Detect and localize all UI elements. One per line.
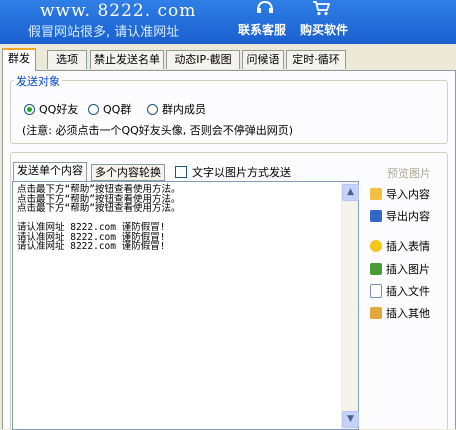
side-label: 插入其他	[386, 307, 430, 320]
cart-icon[interactable]	[312, 0, 330, 16]
tagline: 假冒网站很多, 请认准网址	[28, 25, 180, 40]
file-icon	[370, 284, 382, 298]
preview-image-button[interactable]: 预览图片	[387, 165, 431, 181]
contact-service-link[interactable]: 联系客服	[238, 21, 286, 38]
export-content-button[interactable]: 导出内容	[370, 208, 430, 224]
tab-greeting[interactable]: 问候语	[242, 50, 284, 69]
scroll-up-button[interactable]: ▲	[342, 184, 359, 201]
image-mode-checkbox[interactable]: 文字以图片方式发送	[175, 164, 291, 180]
side-label: 导出内容	[386, 210, 430, 223]
site-url[interactable]: www. 8222. com	[40, 1, 196, 21]
text-line: 请认准网址 8222.com 谨防假冒!	[17, 241, 166, 252]
headset-icon[interactable]	[256, 0, 274, 14]
text-line: 点击最下方“帮助”按钮查看使用方法。	[17, 203, 181, 214]
radio-dot[interactable]	[147, 103, 158, 115]
side-label: 插入表情	[386, 240, 430, 253]
smiley-icon	[370, 240, 382, 252]
scroll-down-button[interactable]: ▼	[342, 411, 359, 428]
checkbox-label: 文字以图片方式发送	[192, 166, 291, 179]
side-label: 插入文件	[386, 285, 430, 298]
subtab-single-content[interactable]: 发送单个内容	[13, 162, 87, 182]
save-icon	[370, 210, 382, 222]
tab-schedule[interactable]: 定时·循环	[286, 50, 346, 69]
message-editor[interactable]: 点击最下方“帮助”按钮查看使用方法。 点击最下方“帮助”按钮查看使用方法。 点击最下…	[12, 181, 359, 430]
side-label: 导入内容	[386, 188, 430, 201]
header-banner: www. 8222. com 假冒网站很多, 请认准网址 联系客服 购买软件	[0, 0, 456, 44]
tab-group-send[interactable]: 群发	[2, 48, 36, 71]
insert-file-button[interactable]: 插入文件	[370, 283, 430, 299]
checkbox-box[interactable]	[175, 166, 187, 178]
radio-label: QQ群	[103, 103, 132, 116]
buy-software-link[interactable]: 购买软件	[300, 21, 348, 38]
radio-label: 群内成员	[162, 103, 206, 116]
vertical-scrollbar[interactable]: ▲ ▼	[341, 182, 359, 429]
side-label: 插入图片	[386, 263, 430, 276]
tab-blocklist[interactable]: 禁止发送名单	[90, 50, 164, 69]
target-group-title: 发送对象	[14, 73, 62, 89]
puzzle-icon	[370, 307, 382, 319]
import-content-button[interactable]: 导入内容	[370, 186, 430, 202]
main-tabs: 群发 选项 禁止发送名单 动态IP·截图 问候语 定时·循环	[0, 48, 456, 71]
radio-qq-friend[interactable]: QQ好友	[24, 101, 78, 117]
target-note: (注意: 必须点击一个QQ好友头像, 否则会不停弹出网页)	[22, 124, 294, 137]
insert-other-button[interactable]: 插入其他	[370, 305, 430, 321]
insert-emoji-button[interactable]: 插入表情	[370, 238, 430, 254]
message-text[interactable]: 点击最下方“帮助”按钮查看使用方法。 点击最下方“帮助”按钮查看使用方法。 点击最下…	[17, 185, 180, 252]
insert-image-button[interactable]: 插入图片	[370, 261, 430, 277]
subtab-multi-content[interactable]: 多个内容轮换	[91, 164, 165, 181]
folder-icon	[370, 188, 382, 200]
radio-qq-group[interactable]: QQ群	[88, 101, 131, 117]
tab-dynamic-ip[interactable]: 动态IP·截图	[166, 50, 240, 69]
picture-icon	[370, 263, 382, 275]
radio-label: QQ好友	[39, 103, 79, 116]
radio-dot[interactable]	[88, 103, 99, 115]
radio-group-members[interactable]: 群内成员	[147, 101, 206, 117]
radio-dot[interactable]	[24, 103, 35, 115]
tab-options[interactable]: 选项	[47, 50, 87, 69]
